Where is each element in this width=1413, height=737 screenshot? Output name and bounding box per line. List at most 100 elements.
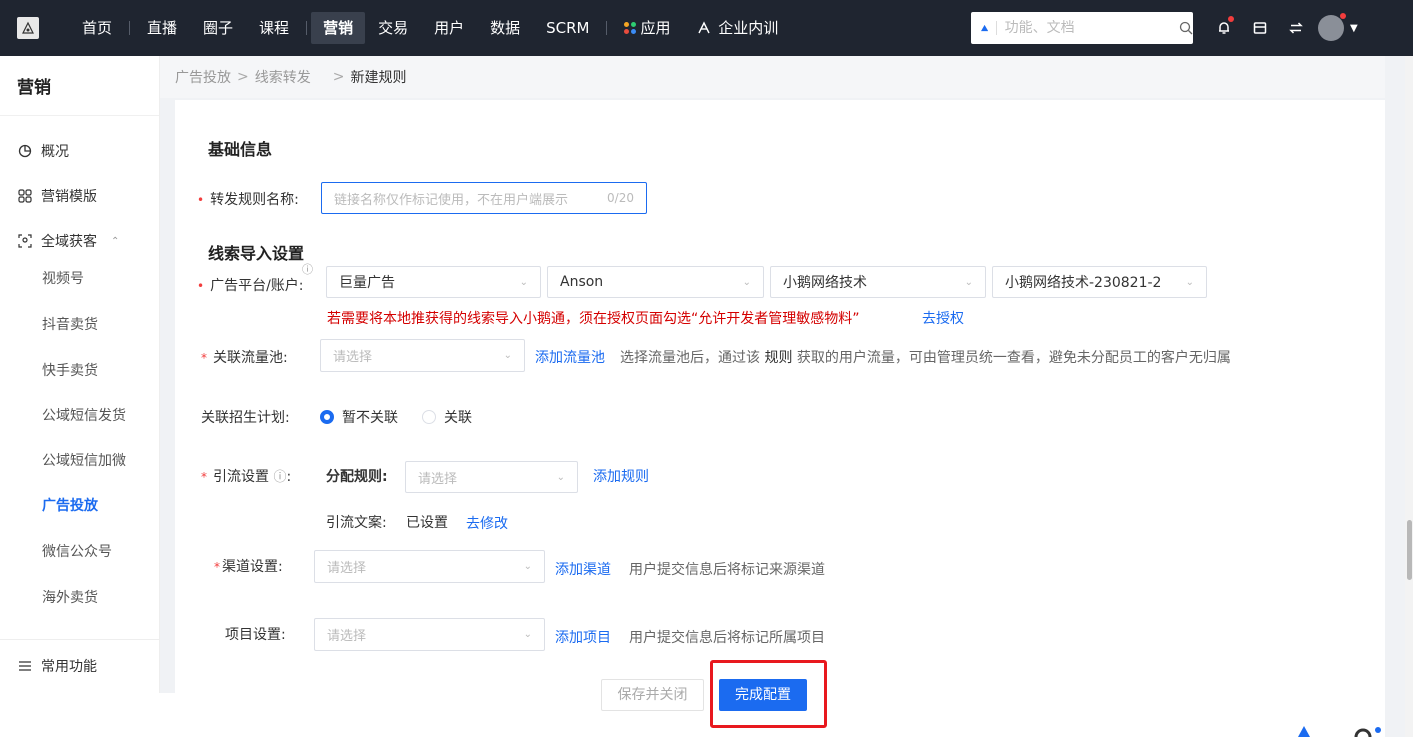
- assign-select[interactable]: 请选择 ⌄: [405, 461, 578, 493]
- required-mark: •: [197, 193, 205, 207]
- required-mark: *: [214, 560, 220, 574]
- platform-label-text: 广告平台/账户:: [210, 278, 304, 294]
- radio-link[interactable]: 关联: [422, 407, 472, 427]
- sidebar-subitem[interactable]: 公域短信发货: [0, 396, 160, 436]
- project-select[interactable]: 请选择 ⌄: [314, 618, 545, 651]
- radio-label: 暂不关联: [342, 410, 398, 426]
- project-label: 项目设置:: [225, 627, 286, 643]
- nav-item-course[interactable]: 课程: [246, 12, 302, 44]
- info-icon: ⓘ: [302, 263, 313, 276]
- sidebar-subitem[interactable]: 抖音卖货: [0, 305, 160, 345]
- rule-name-input[interactable]: 链接名称仅作标记使用，不在用户端展示 0/20: [321, 182, 647, 214]
- channel-select[interactable]: 请选择 ⌄: [314, 550, 545, 583]
- nav-item-apps[interactable]: 应用: [611, 12, 683, 44]
- sidebar-divider: [0, 639, 160, 640]
- chevron-down-icon: ⌄: [523, 561, 532, 572]
- assistant-icon[interactable]: [1290, 718, 1390, 737]
- sub-account-select[interactable]: 小鹅网络技术-230821-2 ⌄: [992, 266, 1207, 298]
- breadcrumb-separator: >: [332, 69, 345, 85]
- section-title-basic: 基础信息: [208, 140, 273, 159]
- sub-account-value: 小鹅网络技术-230821-2: [1005, 275, 1162, 291]
- add-channel-link[interactable]: 添加渠道: [555, 559, 611, 579]
- search-input[interactable]: [1004, 20, 1179, 36]
- account-select[interactable]: Anson ⌄: [547, 266, 764, 298]
- nav-item-data[interactable]: 数据: [477, 12, 533, 44]
- store-icon[interactable]: [1246, 14, 1274, 42]
- sidebar-subitem[interactable]: 视频号: [0, 259, 160, 299]
- sidebar-item-acquisition[interactable]: 全域获客 ⌃: [0, 221, 160, 261]
- breadcrumb-item[interactable]: 广告投放: [175, 67, 231, 87]
- copy-label: 引流文案:: [326, 515, 387, 531]
- add-project-link[interactable]: 添加项目: [555, 627, 611, 647]
- avatar[interactable]: [1318, 13, 1346, 41]
- section-title-import: 线索导入设置: [208, 244, 305, 263]
- sidebar-subitem[interactable]: 海外卖货: [0, 578, 160, 618]
- pool-select[interactable]: 请选择 ⌄: [320, 339, 525, 372]
- sidebar-subitem[interactable]: 公域短信加微: [0, 441, 160, 481]
- add-pool-link[interactable]: 添加流量池: [535, 347, 605, 367]
- switch-icon[interactable]: [1282, 14, 1310, 42]
- sidebar-subitem-active[interactable]: 广告投放: [0, 486, 160, 526]
- authorize-link[interactable]: 去授权: [922, 308, 964, 328]
- required-mark: *: [201, 351, 207, 365]
- company-value: 小鹅网络技术: [783, 275, 867, 291]
- channel-label: * 渠道设置:: [214, 556, 283, 576]
- nav-menu: 首页 直播 圈子 课程 营销 交易 用户 数据 SCRM 应用 企业内训: [69, 0, 791, 56]
- nav-divider: [129, 21, 131, 35]
- sidebar-item-label: 全域获客: [41, 234, 97, 250]
- pool-note: 选择流量池后，通过该 规则 获取的用户流量，可由管理员统一查看，避免未分配员工的…: [620, 347, 1231, 367]
- sidebar-item-overview[interactable]: 概况: [0, 131, 160, 171]
- nav-item-scrm[interactable]: SCRM: [533, 12, 602, 44]
- global-search[interactable]: [971, 12, 1193, 44]
- chevron-down-icon[interactable]: ▼: [1350, 23, 1358, 34]
- add-rule-link[interactable]: 添加规则: [593, 466, 649, 486]
- nav-item-live[interactable]: 直播: [134, 12, 190, 44]
- pie-chart-icon: [17, 144, 33, 158]
- scrollbar-thumb[interactable]: [1407, 520, 1412, 580]
- required-mark: *: [201, 470, 207, 484]
- rule-name-label: • 转发规则名称:: [197, 189, 299, 209]
- search-divider: [996, 21, 997, 35]
- search-icon[interactable]: [1179, 12, 1193, 44]
- platform-select[interactable]: 巨量广告 ⌄: [326, 266, 541, 298]
- nav-item-users[interactable]: 用户: [421, 12, 477, 44]
- scrollbar-track[interactable]: [1405, 56, 1413, 737]
- nav-item-trade[interactable]: 交易: [365, 12, 421, 44]
- bottom-strip: [0, 693, 175, 737]
- radio-no-link[interactable]: 暂不关联: [320, 407, 398, 427]
- sidebar-subitem[interactable]: 微信公众号: [0, 532, 160, 572]
- project-placeholder: 请选择: [327, 629, 367, 644]
- nav-item-training-label: 企业内训: [718, 19, 779, 37]
- assign-label: 分配规则:: [326, 469, 388, 485]
- chevron-down-icon: ⌄: [556, 471, 565, 483]
- nav-item-circle[interactable]: 圈子: [190, 12, 246, 44]
- required-mark: •: [197, 279, 205, 293]
- training-icon: [697, 19, 719, 37]
- chevron-up-icon: ⌃: [111, 235, 120, 247]
- sidebar-item-templates[interactable]: 营销模版: [0, 176, 160, 216]
- nav-item-home[interactable]: 首页: [69, 12, 125, 44]
- breadcrumb-separator: >: [237, 69, 249, 85]
- copy-edit-link[interactable]: 去修改: [466, 513, 508, 533]
- guide-label: * 引流设置 ⓘ:: [201, 469, 292, 485]
- save-close-button[interactable]: 保存并关闭: [601, 679, 704, 711]
- nav-divider: [606, 21, 608, 35]
- breadcrumb-item[interactable]: 线索转发: [255, 67, 311, 87]
- bell-icon[interactable]: [1210, 14, 1238, 42]
- chevron-down-icon: ⌄: [503, 350, 512, 361]
- chevron-down-icon: ⌄: [519, 276, 528, 288]
- nav-item-apps-label: 应用: [640, 19, 671, 37]
- sidebar-subitem[interactable]: 快手卖货: [0, 351, 160, 391]
- channel-placeholder: 请选择: [327, 561, 367, 576]
- app-logo-icon[interactable]: [17, 17, 39, 39]
- company-select[interactable]: 小鹅网络技术 ⌄: [770, 266, 986, 298]
- sidebar-item-label: 营销模版: [41, 189, 97, 205]
- nav-item-marketing[interactable]: 营销: [311, 12, 366, 44]
- copy-status: 已设置: [406, 515, 448, 531]
- pool-note-b: 规则: [764, 350, 793, 366]
- sidebar-item-common[interactable]: 常用功能: [0, 646, 160, 686]
- list-icon: [17, 659, 33, 673]
- nav-divider: [306, 21, 308, 35]
- channel-note: 用户提交信息后将标记来源渠道: [629, 562, 825, 578]
- nav-item-training[interactable]: 企业内训: [684, 12, 792, 44]
